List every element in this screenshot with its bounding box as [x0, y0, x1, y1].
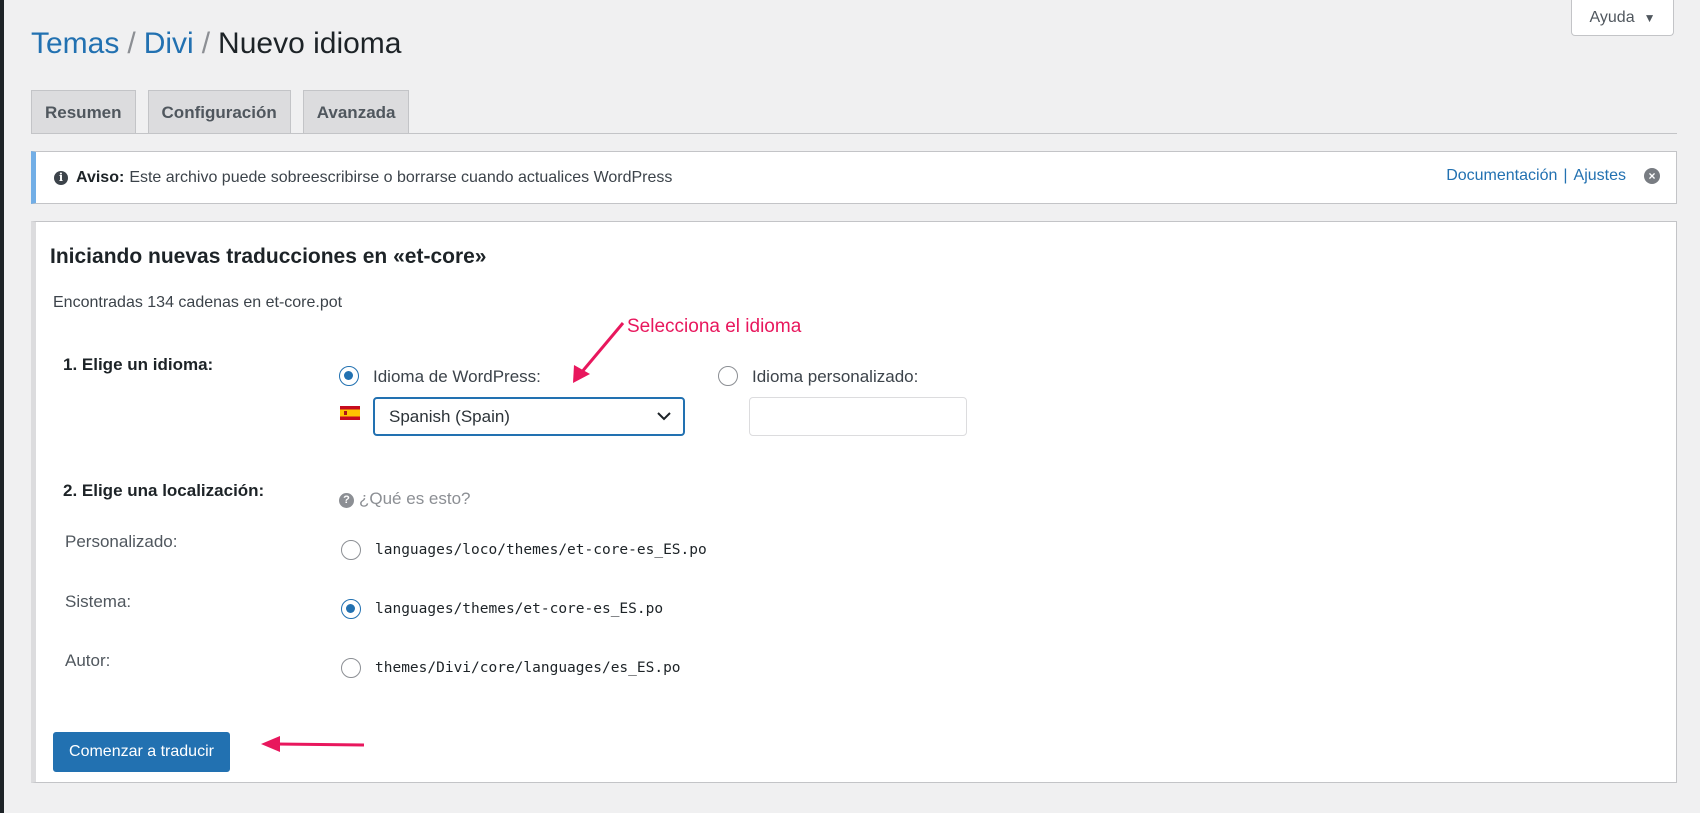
settings-link[interactable]: Ajustes — [1574, 167, 1626, 184]
info-icon: i — [54, 170, 68, 185]
help-button[interactable]: Ayuda ▼ — [1571, 0, 1674, 36]
window-edge — [0, 0, 4, 813]
step2-label: 2. Elige una localización: — [63, 481, 265, 500]
tab-bar: Resumen Configuración Avanzada — [31, 90, 410, 134]
step1-label: 1. Elige un idioma: — [63, 355, 214, 374]
location-label-personalizado: Personalizado: — [65, 532, 178, 551]
tab-avanzada[interactable]: Avanzada — [302, 90, 410, 134]
custom-language-input[interactable] — [749, 397, 967, 436]
location-radio-personalizado[interactable] — [341, 540, 361, 560]
custom-language-radio[interactable] — [718, 366, 738, 386]
breadcrumb-separator: / — [201, 27, 211, 60]
notice-text: Este archivo puede sobreescribirse o bor… — [129, 168, 673, 186]
start-translating-button[interactable]: Comenzar a traducir — [53, 732, 230, 772]
caret-down-icon: ▼ — [1643, 10, 1656, 25]
tab-configuracion[interactable]: Configuración — [147, 90, 291, 134]
new-language-panel: Iniciando nuevas traducciones en «et-cor… — [31, 221, 1677, 783]
location-radio-sistema[interactable] — [341, 599, 361, 619]
breadcrumb: Temas / Divi / Nuevo idioma — [31, 26, 401, 62]
breadcrumb-link-temas[interactable]: Temas — [31, 27, 119, 60]
close-circle-icon[interactable]: × — [1644, 168, 1660, 184]
whats-this-link[interactable]: ¿Qué es esto? — [359, 489, 471, 509]
warning-notice: i Aviso: Este archivo puede sobreescribi… — [31, 151, 1677, 204]
documentation-link[interactable]: Documentación — [1446, 167, 1557, 184]
panel-title: Iniciando nuevas traducciones en «et-cor… — [50, 245, 487, 268]
page-title: Nuevo idioma — [218, 27, 402, 60]
tabs-divider — [31, 133, 1677, 134]
notice-links: Documentación | Ajustes — [1446, 167, 1626, 185]
location-path-autor: themes/Divi/core/languages/es_ES.po — [375, 660, 681, 676]
spain-flag-icon — [340, 406, 360, 420]
chevron-down-icon — [657, 412, 671, 421]
breadcrumb-separator: / — [127, 27, 136, 60]
custom-language-label: Idioma personalizado: — [752, 367, 919, 386]
wordpress-language-label: Idioma de WordPress: — [373, 367, 541, 386]
location-radio-autor[interactable] — [341, 658, 361, 678]
annotation-text: Selecciona el idioma — [627, 316, 802, 337]
location-label-autor: Autor: — [65, 651, 111, 670]
help-label: Ayuda — [1589, 8, 1635, 26]
question-icon[interactable]: ? — [339, 493, 354, 508]
location-path-personalizado: languages/loco/themes/et-core-es_ES.po — [375, 542, 707, 558]
select-value: Spanish (Spain) — [389, 406, 510, 426]
breadcrumb-link-divi[interactable]: Divi — [144, 27, 194, 60]
location-path-sistema: languages/themes/et-core-es_ES.po — [375, 601, 664, 617]
location-label-sistema: Sistema: — [65, 592, 132, 611]
tab-resumen[interactable]: Resumen — [31, 90, 136, 134]
notice-strong: Aviso: — [76, 168, 125, 186]
wordpress-language-select[interactable]: Spanish (Spain) — [373, 397, 685, 436]
wordpress-language-radio[interactable] — [339, 366, 359, 386]
strings-found-text: Encontradas 134 cadenas en et-core.pot — [53, 294, 343, 311]
link-separator: | — [1563, 167, 1568, 184]
